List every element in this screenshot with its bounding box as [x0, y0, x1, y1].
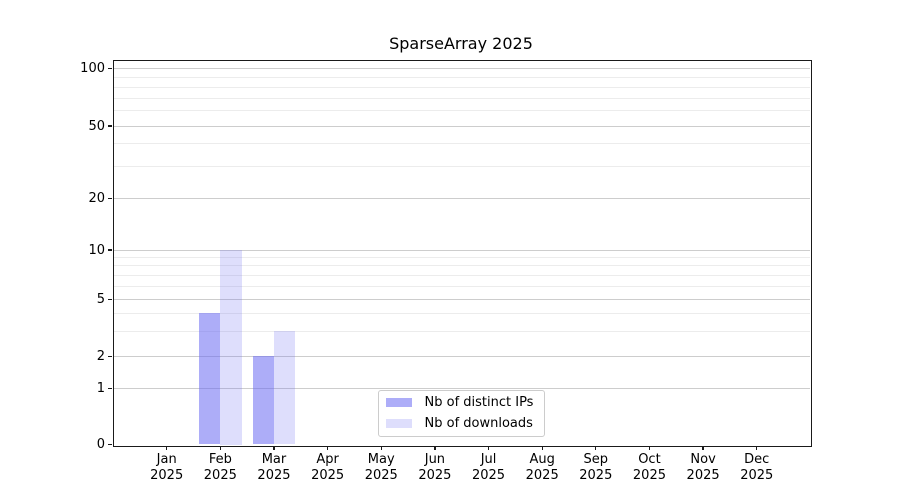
minor-gridline	[113, 275, 810, 276]
y-tick-mark	[108, 299, 113, 300]
legend-label-distinct-ips: Nb of distinct IPs	[425, 395, 534, 410]
legend-item-distinct-ips: Nb of distinct IPs	[379, 392, 544, 413]
x-tick-mark	[488, 446, 489, 451]
major-gridline	[113, 299, 810, 300]
x-tick-label: Feb 2025	[190, 452, 250, 484]
legend-item-downloads: Nb of downloads	[379, 413, 544, 434]
major-gridline	[113, 250, 810, 251]
y-tick-label: 50	[42, 118, 105, 135]
minor-gridline	[113, 77, 810, 78]
minor-gridline	[113, 265, 810, 266]
minor-gridline	[113, 98, 810, 99]
x-tick-label: Jul 2025	[459, 452, 519, 484]
y-tick-label: 0	[42, 436, 105, 453]
y-tick-label: 2	[42, 348, 105, 365]
bar-downloads-feb	[220, 250, 241, 445]
legend: Nb of distinct IPs Nb of downloads	[378, 390, 545, 437]
y-tick-mark	[108, 444, 113, 445]
y-tick-label: 100	[42, 60, 105, 77]
y-tick-label: 5	[42, 291, 105, 308]
minor-gridline	[113, 257, 810, 258]
x-tick-mark	[166, 446, 167, 451]
minor-gridline	[113, 166, 810, 167]
chart-title: SparseArray 2025	[113, 34, 810, 53]
x-tick-label: Oct 2025	[619, 452, 679, 484]
x-tick-mark	[327, 446, 328, 451]
x-tick-mark	[595, 446, 596, 451]
x-tick-label: May 2025	[351, 452, 411, 484]
x-tick-label: Dec 2025	[727, 452, 787, 484]
bar-chart-figure: SparseArray 2025 Nb of distinct IPs Nb o…	[0, 0, 900, 500]
y-tick-mark	[108, 198, 113, 199]
major-gridline	[113, 68, 810, 69]
x-tick-mark	[434, 446, 435, 451]
x-tick-label: Jan 2025	[137, 452, 197, 484]
minor-gridline	[113, 87, 810, 88]
y-tick-label: 10	[42, 242, 105, 259]
minor-gridline	[113, 110, 810, 111]
x-tick-label: Nov 2025	[673, 452, 733, 484]
legend-label-downloads: Nb of downloads	[425, 416, 533, 431]
x-tick-label: Apr 2025	[298, 452, 358, 484]
x-tick-mark	[649, 446, 650, 451]
x-tick-label: Mar 2025	[244, 452, 304, 484]
legend-swatch-distinct-ips	[386, 398, 412, 407]
x-tick-mark	[381, 446, 382, 451]
y-tick-label: 1	[42, 380, 105, 397]
y-tick-mark	[108, 388, 113, 389]
major-gridline	[113, 198, 810, 199]
x-tick-mark	[542, 446, 543, 451]
y-tick-mark	[108, 249, 113, 250]
x-tick-label: Sep 2025	[566, 452, 626, 484]
minor-gridline	[113, 286, 810, 287]
x-tick-mark	[273, 446, 274, 451]
x-tick-label: Aug 2025	[512, 452, 572, 484]
x-tick-mark	[756, 446, 757, 451]
minor-gridline	[113, 143, 810, 144]
bar-downloads-mar	[274, 331, 295, 444]
x-tick-label: Jun 2025	[405, 452, 465, 484]
y-tick-label: 20	[42, 190, 105, 207]
x-tick-mark	[702, 446, 703, 451]
major-gridline	[113, 126, 810, 127]
y-tick-mark	[108, 125, 113, 126]
y-tick-mark	[108, 68, 113, 69]
legend-swatch-downloads	[386, 419, 412, 428]
bar-distinct-ips-feb	[199, 313, 220, 444]
bar-distinct-ips-mar	[253, 356, 274, 444]
y-tick-mark	[108, 356, 113, 357]
x-tick-mark	[220, 446, 221, 451]
